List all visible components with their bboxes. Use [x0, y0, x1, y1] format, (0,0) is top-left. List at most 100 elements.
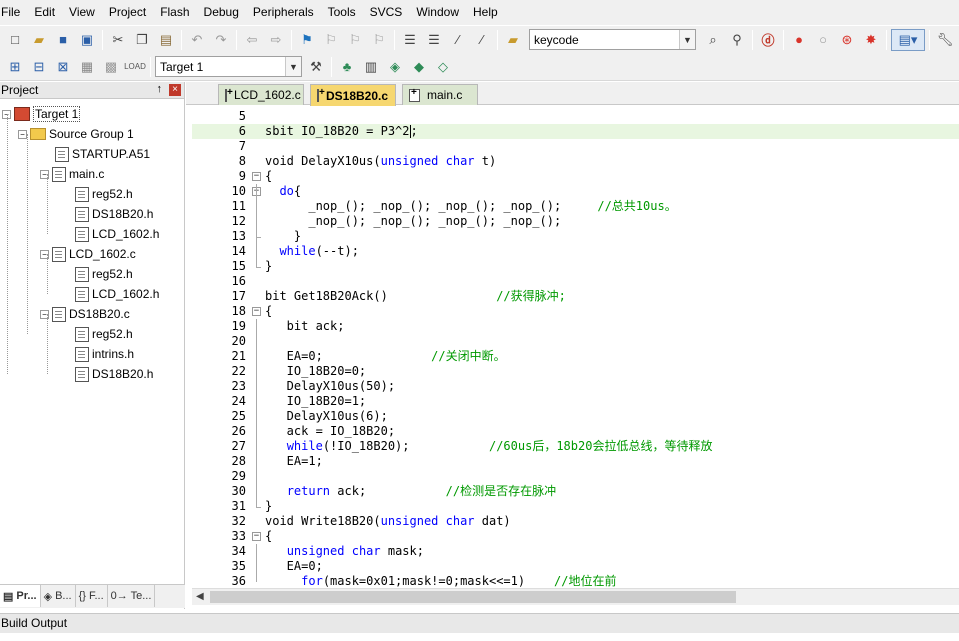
code-line[interactable]: 5: [192, 109, 959, 124]
code-line[interactable]: 25 DelayX10us(6);: [192, 409, 959, 424]
menu-help[interactable]: Help: [466, 0, 505, 25]
tree-item[interactable]: − main.c: [40, 164, 104, 184]
tree-item[interactable]: STARTUP.A51: [40, 144, 150, 164]
debug-start-icon[interactable]: ⓓ: [757, 29, 779, 51]
nav-back-icon[interactable]: ⇦: [241, 29, 263, 51]
tree-item[interactable]: − DS18B20.c: [40, 304, 130, 324]
redo-icon[interactable]: ↷: [210, 29, 232, 51]
batch-build-icon[interactable]: ▦: [76, 56, 98, 78]
scroll-left-icon[interactable]: ◀: [196, 591, 204, 602]
project-tab-0[interactable]: ▤ Pr...: [0, 585, 41, 607]
clear-bookmarks-icon[interactable]: ⚐: [368, 29, 390, 51]
menu-svcs[interactable]: SVCS: [363, 0, 410, 25]
download-icon[interactable]: LOAD: [124, 56, 146, 78]
code-line[interactable]: 36 for(mask=0x01;mask!=0;mask<<=1) //地位在…: [192, 574, 959, 588]
editor-tab[interactable]: main.c: [402, 84, 478, 105]
code-line[interactable]: 8 void DelayX10us(unsigned char t): [192, 154, 959, 169]
code-line[interactable]: 17 bit Get18B20Ack() //获得脉冲;: [192, 289, 959, 304]
fold-toggle-icon[interactable]: −: [252, 172, 261, 181]
configure-icon[interactable]: 🔧︎: [934, 29, 956, 51]
code-line[interactable]: 29: [192, 469, 959, 484]
code-line[interactable]: 35 EA=0;: [192, 559, 959, 574]
tree-item[interactable]: intrins.h: [60, 344, 134, 364]
chevron-down-icon[interactable]: ▼: [679, 30, 695, 49]
cut-icon[interactable]: ✂: [107, 29, 129, 51]
fold-toggle-icon[interactable]: −: [252, 307, 261, 316]
incremental-find-icon[interactable]: ⚲: [726, 29, 748, 51]
tree-item[interactable]: LCD_1602.h: [60, 284, 159, 304]
menu-project[interactable]: Project: [102, 0, 153, 25]
bookmark-icon[interactable]: ⚑: [296, 29, 318, 51]
comment-icon[interactable]: ⁄: [447, 29, 469, 51]
code-line[interactable]: 22 IO_18B20=0;: [192, 364, 959, 379]
uncomment-icon[interactable]: ⁄: [471, 29, 493, 51]
code-line[interactable]: 21 EA=0; //关闭中断。: [192, 349, 959, 364]
code-line[interactable]: 13 }: [192, 229, 959, 244]
pack-installer-icon[interactable]: ◆: [408, 56, 430, 78]
fold-toggle-icon[interactable]: −: [252, 532, 261, 541]
code-line[interactable]: 9−{: [192, 169, 959, 184]
code-line[interactable]: 28 EA=1;: [192, 454, 959, 469]
copy-icon[interactable]: ❐: [131, 29, 153, 51]
indent-icon[interactable]: ☰: [399, 29, 421, 51]
manage-project-items-icon[interactable]: ♣: [336, 56, 358, 78]
tree-item[interactable]: − Target 1: [2, 104, 81, 124]
code-line[interactable]: 32 void Write18B20(unsigned char dat): [192, 514, 959, 529]
code-line[interactable]: 18−{: [192, 304, 959, 319]
rebuild-icon[interactable]: ⊠: [52, 56, 74, 78]
unindent-icon[interactable]: ☰: [423, 29, 445, 51]
menu-peripherals[interactable]: Peripherals: [246, 0, 321, 25]
disable-all-breakpoints-icon[interactable]: ⊛: [836, 29, 858, 51]
code-line[interactable]: 34 unsigned char mask;: [192, 544, 959, 559]
close-icon[interactable]: ×: [169, 84, 181, 96]
code-line[interactable]: 7: [192, 139, 959, 154]
window-layout-icon[interactable]: ▤▾: [891, 28, 925, 51]
scrollbar-thumb[interactable]: [210, 591, 736, 603]
code-line[interactable]: 6 sbit IO_18B20 = P3^2;: [192, 124, 959, 139]
code-line[interactable]: 20: [192, 334, 959, 349]
nav-forward-icon[interactable]: ⇨: [265, 29, 287, 51]
code-line[interactable]: 31}: [192, 499, 959, 514]
paste-icon[interactable]: ▤: [155, 29, 177, 51]
menu-edit[interactable]: Edit: [27, 0, 62, 25]
next-bookmark-icon[interactable]: ⚐: [344, 29, 366, 51]
code-line[interactable]: 15}: [192, 259, 959, 274]
save-all-icon[interactable]: ▣: [76, 29, 98, 51]
code-line[interactable]: 27 while(!IO_18B20); //60us后，18b20会拉低总线，…: [192, 439, 959, 454]
tree-item[interactable]: reg52.h: [60, 264, 133, 284]
menu-view[interactable]: View: [62, 0, 102, 25]
horizontal-scrollbar[interactable]: ◀: [192, 588, 959, 605]
code-line[interactable]: 14 while(--t);: [192, 244, 959, 259]
project-tab-2[interactable]: {} F...: [76, 585, 108, 607]
breakpoint-icon[interactable]: ●: [788, 29, 810, 51]
tree-item[interactable]: reg52.h: [60, 324, 133, 344]
menu-flash[interactable]: Flash: [153, 0, 196, 25]
menu-window[interactable]: Window: [409, 0, 466, 25]
code-line[interactable]: 10− do{: [192, 184, 959, 199]
code-editor[interactable]: 5 6 sbit IO_18B20 = P3^2; 7 8 void DelayX10us…: [192, 106, 959, 588]
open-file-icon[interactable]: ▰: [28, 29, 50, 51]
find-combo[interactable]: keycode ▼: [529, 29, 696, 50]
project-tab-3[interactable]: 0→ Te...: [108, 585, 156, 607]
code-line[interactable]: 33−{: [192, 529, 959, 544]
tree-item[interactable]: DS18B20.h: [60, 204, 153, 224]
code-line[interactable]: 23 DelayX10us(50);: [192, 379, 959, 394]
target-options-icon[interactable]: ⚒: [305, 56, 327, 78]
tree-item[interactable]: LCD_1602.h: [60, 224, 159, 244]
tree-item[interactable]: DS18B20.h: [60, 364, 153, 384]
manage-components-icon[interactable]: ◈: [384, 56, 406, 78]
editor-tab[interactable]: LCD_1602.c: [218, 84, 304, 105]
prev-bookmark-icon[interactable]: ⚐: [320, 29, 342, 51]
menu-tools[interactable]: Tools: [321, 0, 363, 25]
find-in-files-icon[interactable]: ▰: [502, 29, 524, 51]
code-line[interactable]: 26 ack = IO_18B20;: [192, 424, 959, 439]
run-time-environment-icon[interactable]: ◇: [432, 56, 454, 78]
menu-debug[interactable]: Debug: [197, 0, 246, 25]
code-line[interactable]: 24 IO_18B20=1;: [192, 394, 959, 409]
stop-build-icon[interactable]: ▩: [100, 56, 122, 78]
disable-breakpoint-icon[interactable]: ○: [812, 29, 834, 51]
find-icon[interactable]: ⌕: [702, 29, 724, 51]
undo-icon[interactable]: ↶: [186, 29, 208, 51]
code-line[interactable]: 12 _nop_(); _nop_(); _nop_(); _nop_();: [192, 214, 959, 229]
menu-file[interactable]: File: [0, 0, 27, 25]
